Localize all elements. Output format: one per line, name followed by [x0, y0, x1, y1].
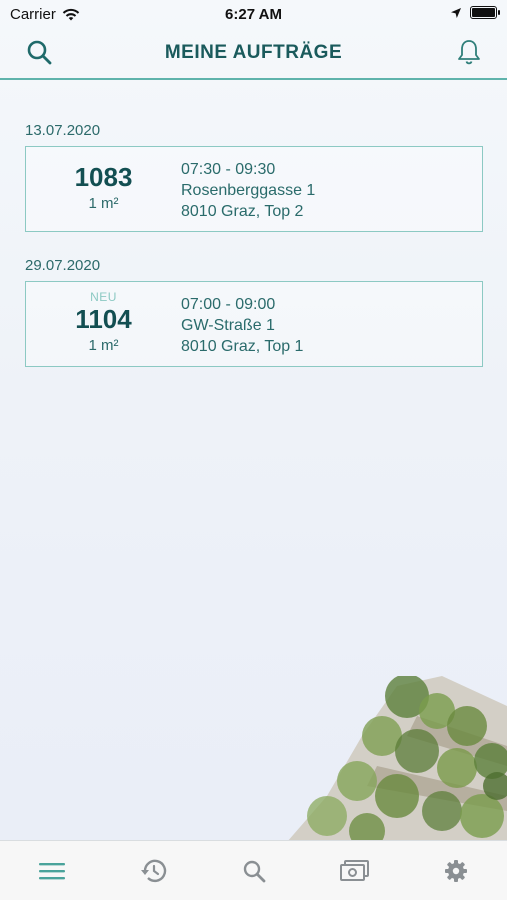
- order-details: 07:30 - 09:30 Rosenberggasse 1 8010 Graz…: [181, 159, 315, 222]
- order-group: 29.07.2020 NEU 1104 1 m² 07:00 - 09:00 G…: [25, 257, 483, 367]
- new-badge: NEU: [90, 290, 117, 304]
- order-date: 13.07.2020: [25, 122, 101, 139]
- status-bar: Carrier 6:27 AM: [0, 0, 507, 30]
- order-city: 8010 Graz, Top 2: [181, 203, 304, 220]
- bell-icon[interactable]: [455, 38, 483, 66]
- history-icon: [141, 859, 167, 883]
- building-plants-image: [287, 676, 507, 842]
- tab-history[interactable]: [138, 857, 168, 885]
- order-date: 29.07.2020: [25, 257, 101, 274]
- order-time: 07:30 - 09:30: [181, 161, 276, 178]
- search-icon: [243, 860, 266, 883]
- tab-payments[interactable]: [340, 857, 370, 885]
- order-group: 13.07.2020 1083 1 m² 07:30 - 09:30 Rosen…: [25, 122, 483, 232]
- order-number: 1083: [74, 162, 133, 192]
- order-street: GW-Straße 1: [181, 317, 275, 334]
- gear-icon: [445, 860, 467, 882]
- order-card[interactable]: NEU 1104 1 m² 07:00 - 09:00 GW-Straße 1 …: [25, 281, 483, 367]
- money-icon: [340, 860, 369, 881]
- status-time: 6:27 AM: [225, 6, 282, 23]
- orders-list: 13.07.2020 1083 1 m² 07:30 - 09:30 Rosen…: [25, 122, 483, 393]
- order-time: 07:00 - 09:00: [181, 296, 276, 313]
- battery-icon: [470, 6, 500, 19]
- order-left: NEU 1104 1 m²: [26, 282, 181, 366]
- tab-search[interactable]: [239, 857, 269, 885]
- tab-bar: [0, 840, 507, 900]
- order-city: 8010 Graz, Top 1: [181, 338, 304, 355]
- battery-level: [472, 8, 495, 17]
- order-area: 1 m²: [88, 195, 119, 212]
- status-right: [450, 6, 500, 19]
- tab-orders[interactable]: [37, 857, 67, 885]
- app-header: MEINE AUFTRÄGE: [0, 30, 507, 80]
- order-area: 1 m²: [88, 337, 119, 354]
- location-arrow-icon: [451, 7, 461, 18]
- page-title: MEINE AUFTRÄGE: [164, 42, 343, 63]
- order-left: 1083 1 m²: [26, 147, 181, 231]
- menu-icon: [39, 863, 65, 880]
- order-number: 1104: [75, 304, 132, 334]
- order-details: 07:00 - 09:00 GW-Straße 1 8010 Graz, Top…: [181, 294, 303, 357]
- tab-settings[interactable]: [441, 857, 471, 885]
- order-street: Rosenberggasse 1: [181, 182, 316, 199]
- order-card[interactable]: 1083 1 m² 07:30 - 09:30 Rosenberggasse 1…: [25, 146, 483, 232]
